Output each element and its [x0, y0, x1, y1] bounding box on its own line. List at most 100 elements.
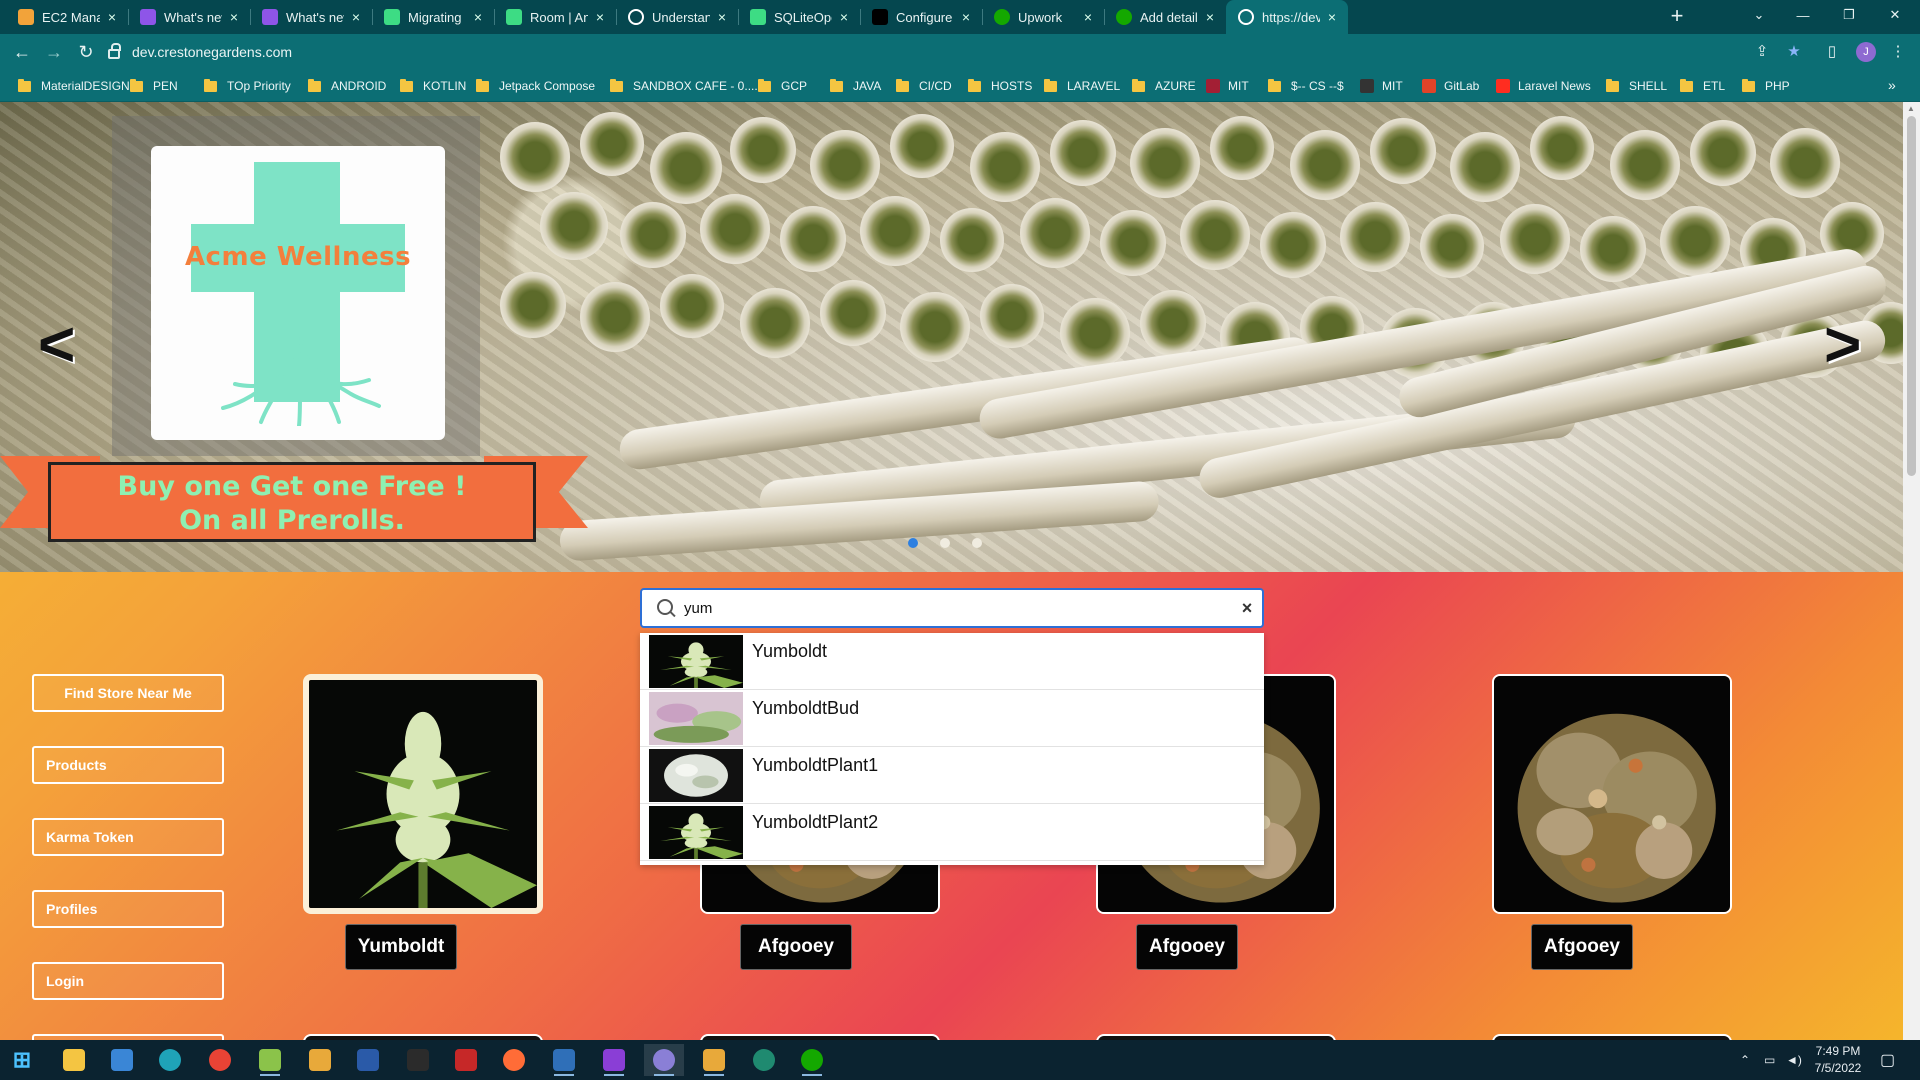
scrollbar-thumb[interactable] [1907, 116, 1916, 476]
sidebar-button[interactable]: Login [32, 962, 224, 1000]
close-tab-icon[interactable]: × [958, 9, 974, 25]
windows-start-icon[interactable]: ⊞ [2, 1044, 42, 1076]
browser-tab[interactable]: Room | Androi× [494, 0, 616, 34]
profile-avatar[interactable]: J [1856, 42, 1876, 62]
close-window-button[interactable]: ✕ [1872, 0, 1918, 30]
bookmark-item[interactable]: HOSTS [968, 77, 1032, 95]
carousel-dot[interactable] [940, 538, 950, 548]
product-name-button[interactable]: Yumboldt [345, 924, 457, 970]
chrome-icon[interactable] [200, 1044, 240, 1076]
product-name-button[interactable]: Afgooey [1136, 924, 1238, 970]
carousel-dot[interactable] [908, 538, 918, 548]
close-tab-icon[interactable]: × [348, 9, 364, 25]
close-tab-icon[interactable]: × [226, 9, 242, 25]
suggestion-item[interactable]: YumboldtPlant1 [640, 747, 1264, 804]
browser-tab[interactable]: Configure local× [860, 0, 982, 34]
close-tab-icon[interactable]: × [1202, 9, 1218, 25]
browser-tab[interactable]: SQLiteOpenHel× [738, 0, 860, 34]
clear-search-icon[interactable]: × [1232, 598, 1262, 619]
bookmark-item[interactable]: ETL [1680, 77, 1725, 95]
suggestion-item[interactable]: YumboldtPlant2 [640, 804, 1264, 861]
sidebar-button[interactable]: Products [32, 746, 224, 784]
powershell-icon[interactable] [348, 1044, 388, 1076]
close-tab-icon[interactable]: × [592, 9, 608, 25]
browser-tab[interactable]: Migrating Room× [372, 0, 494, 34]
sidebar-button[interactable]: Profiles [32, 890, 224, 928]
bookmark-item[interactable]: GCP [758, 77, 807, 95]
bookmark-item[interactable]: TOp Priority [204, 77, 291, 95]
lock-icon[interactable] [108, 43, 121, 59]
gitkraken-icon[interactable] [744, 1044, 784, 1076]
bookmark-item[interactable]: JAVA [830, 77, 881, 95]
bookmark-item[interactable]: ANDROID [308, 77, 386, 95]
filezilla-icon[interactable] [446, 1044, 486, 1076]
browser-tab[interactable]: https://dev.crest× [1226, 0, 1348, 34]
phpstorm-icon[interactable] [594, 1044, 634, 1076]
page-scrollbar[interactable]: ▲ [1903, 102, 1920, 1040]
restore-button[interactable]: ❐ [1826, 0, 1872, 30]
bookmark-item[interactable]: AZURE [1132, 77, 1196, 95]
browser-tab[interactable]: EC2 Manageme× [6, 0, 128, 34]
suggestion-item[interactable]: YumboldtBud [640, 690, 1264, 747]
terminal-icon[interactable] [398, 1044, 438, 1076]
browser-tab[interactable]: What's new in K× [250, 0, 372, 34]
browser-tab[interactable]: Understanding× [616, 0, 738, 34]
file-explorer-icon[interactable] [54, 1044, 94, 1076]
bookmark-star-icon[interactable]: ★ [1784, 42, 1804, 62]
product-card[interactable] [1492, 674, 1732, 914]
edge-icon[interactable] [150, 1044, 190, 1076]
sidebar-button[interactable]: Find Store Near Me [32, 674, 224, 712]
product-name-button[interactable]: Afgooey [740, 924, 852, 970]
wordpad-icon[interactable] [544, 1044, 584, 1076]
bookmark-item[interactable]: Jetpack Compose [476, 77, 595, 95]
product-card[interactable] [303, 674, 543, 914]
browser-tab[interactable]: What's new in K× [128, 0, 250, 34]
bookmark-item[interactable]: KOTLIN [400, 77, 466, 95]
bookmark-item[interactable]: SANDBOX CAFE - 0.... [610, 77, 758, 95]
back-icon[interactable]: ← [10, 40, 34, 64]
new-tab-button[interactable]: + [1664, 4, 1690, 30]
microsoft-store-icon[interactable] [102, 1044, 142, 1076]
close-tab-icon[interactable]: × [836, 9, 852, 25]
chrome-canary-icon[interactable] [644, 1044, 684, 1076]
scroll-up-icon[interactable]: ▲ [1907, 104, 1915, 113]
notification-icon[interactable]: ▢ [1880, 1040, 1895, 1080]
close-tab-icon[interactable]: × [714, 9, 730, 25]
share-icon[interactable]: ⇪ [1752, 42, 1772, 62]
close-tab-icon[interactable]: × [1324, 9, 1340, 25]
address-bar[interactable]: dev.crestonegardens.com [108, 38, 1788, 66]
carousel-dot[interactable] [972, 538, 982, 548]
sidebar-button[interactable]: Karma Token [32, 818, 224, 856]
forward-icon[interactable]: → [42, 40, 66, 64]
carousel-next-button[interactable]: > [1824, 312, 1872, 376]
search-input[interactable] [684, 599, 1232, 617]
close-tab-icon[interactable]: × [104, 9, 120, 25]
tab-search-icon[interactable]: ⌄ [1736, 0, 1782, 30]
bookmark-item[interactable]: MaterialDESIGN [18, 77, 130, 95]
menu-kebab-icon[interactable]: ⋮ [1888, 42, 1908, 62]
more-bookmarks-icon[interactable]: » [1888, 77, 1896, 93]
git-icon[interactable] [300, 1044, 340, 1076]
bookmark-item[interactable]: LARAVEL [1044, 77, 1120, 95]
reload-icon[interactable]: ↻ [74, 40, 98, 64]
tray-chevron-icon[interactable]: ⌃ [1740, 1040, 1750, 1080]
close-tab-icon[interactable]: × [470, 9, 486, 25]
browser-tab[interactable]: Add details × [1104, 0, 1226, 34]
browser-tab[interactable]: Upwork × [982, 0, 1104, 34]
bookmark-item[interactable]: PHP [1742, 77, 1790, 95]
bookmark-item[interactable]: MIT [1360, 77, 1403, 95]
postman-icon[interactable] [494, 1044, 534, 1076]
bookmark-item[interactable]: CI/CD [896, 77, 952, 95]
bookmark-item[interactable]: PEN [130, 77, 178, 95]
network-icon[interactable]: ▭ [1764, 1040, 1775, 1080]
product-search-box[interactable]: × [640, 588, 1264, 628]
notepad-plus-icon[interactable] [250, 1044, 290, 1076]
side-panel-icon[interactable]: ▯ [1822, 42, 1842, 62]
bookmark-item[interactable]: GitLab [1422, 77, 1479, 95]
bookmark-item[interactable]: $-- CS --$ [1268, 77, 1344, 95]
sourcetree-icon[interactable] [694, 1044, 734, 1076]
minimize-button[interactable]: — [1780, 0, 1826, 30]
volume-icon[interactable]: ◄) [1786, 1040, 1802, 1080]
product-name-button[interactable]: Afgooey [1531, 924, 1633, 970]
bookmark-item[interactable]: MIT [1206, 77, 1249, 95]
